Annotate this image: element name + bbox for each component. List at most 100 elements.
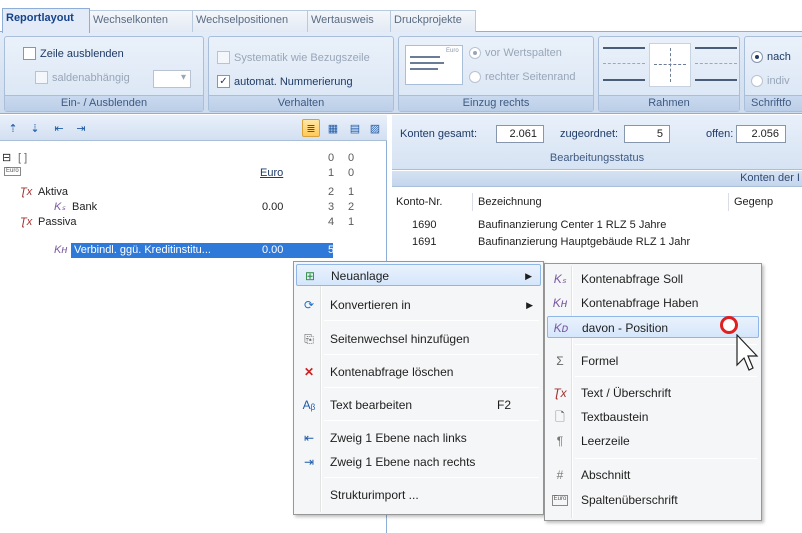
rahmen-inner-icon[interactable] (649, 43, 691, 87)
context-menu: ⊞ Neuanlage ▶ ⟳ Konvertieren in ▶ ⎘ Seit… (293, 261, 544, 515)
submenu-item-kontenabfrage-haben[interactable]: Kʜ Kontenabfrage Haben (547, 292, 759, 314)
tree-row-verbindl[interactable]: Kʜ Verbindl. ggü. Kreditinstitu... 0.00 … (0, 244, 387, 257)
nach-radio[interactable]: nach (751, 51, 791, 63)
mouse-pointer-icon (736, 334, 759, 371)
column-header-icon: Euro (552, 495, 568, 506)
tree-view-icon[interactable]: ≣ (302, 119, 320, 137)
submenu-item-abschnitt[interactable]: # Abschnitt (547, 464, 759, 486)
menu-item-neuanlage[interactable]: ⊞ Neuanlage ▶ (296, 264, 541, 286)
einzug-preview-icon: Euro (405, 45, 463, 85)
indent-icon[interactable]: ⇥ (72, 119, 90, 137)
column-divider (728, 193, 729, 211)
menu-item-konvertieren[interactable]: ⟳ Konvertieren in ▶ (296, 294, 541, 316)
rechter-seitenrand-radio[interactable]: rechter Seitenrand (469, 71, 576, 83)
menu-item-label: Zweig 1 Ebene nach rechts (330, 455, 476, 469)
checkbox-box (217, 51, 230, 64)
tab-wechselpositionen[interactable]: Wechselpositionen (192, 10, 308, 32)
zeile-ausblenden-checkbox[interactable]: Zeile ausblenden (23, 47, 124, 60)
properties-icon[interactable]: ▤ (346, 119, 364, 137)
group-ein-ausblenden: Zeile ausblenden saldenabhängig Ein- / A… (4, 36, 204, 112)
ribbon: Zeile ausblenden saldenabhängig Ein- / A… (0, 32, 802, 114)
move-up-icon[interactable]: ⇡ (4, 119, 22, 137)
vor-wertspalten-radio[interactable]: vor Wertspalten (469, 47, 562, 59)
tree-item-label: Aktiva (38, 186, 68, 198)
menu-item-label: Kontenabfrage löschen (330, 365, 454, 379)
submenu-item-spaltenueberschrift[interactable]: Euro Spaltenüberschrift (547, 489, 759, 511)
konten-header: Konten der I (392, 171, 802, 187)
column-header-bezeichnung[interactable]: Bezeichnung (478, 193, 542, 211)
tree-row-euro[interactable]: Euro Euro 1 0 (0, 167, 387, 180)
menu-item-label: Seitenwechsel hinzufügen (330, 332, 470, 346)
konten-gesamt-field: 2.061 (496, 125, 544, 143)
menu-item-zweig-links[interactable]: ⇤ Zweig 1 Ebene nach links (296, 427, 541, 449)
rechter-seitenrand-label: rechter Seitenrand (485, 71, 576, 83)
tree-row-aktiva[interactable]: Ʈx Aktiva 2 1 (0, 186, 387, 199)
outdent-icon[interactable]: ⇤ (50, 119, 68, 137)
menu-item-zweig-rechts[interactable]: ⇥ Zweig 1 Ebene nach rechts (296, 451, 541, 473)
menu-item-loeschen[interactable]: ✕ Kontenabfrage löschen (296, 361, 541, 383)
account-haben-icon: Kʜ (54, 244, 68, 256)
euro-link[interactable]: Euro (260, 167, 283, 180)
tab-wertausweis[interactable]: Wertausweis (307, 10, 391, 32)
tree-row-root[interactable]: ⊟ [ ] 0 0 (0, 152, 387, 165)
menu-item-label: Spaltenüberschrift (581, 493, 678, 507)
collapse-icon[interactable]: ⊟ (2, 152, 11, 165)
tab-reportlayout[interactable]: Reportlayout (2, 8, 90, 33)
tab-bar: Reportlayout Wechselkonten Wechselpositi… (0, 0, 802, 33)
tree-row-passiva[interactable]: Ʈx Passiva 4 1 (0, 216, 387, 229)
vor-wertspalten-label: vor Wertspalten (485, 47, 562, 59)
konto-nr-cell[interactable]: 1690 (412, 218, 436, 233)
bezeichnung-cell[interactable]: Baufinanzierung Center 1 RLZ 5 Jahre (478, 218, 666, 233)
submenu-item-text-ueberschrift[interactable]: Ʈx Text / Überschrift (547, 382, 759, 404)
offen-field: 2.056 (736, 125, 786, 143)
saldenabhaengig-label: saldenabhängig (52, 71, 130, 84)
column-header-icon: Euro (4, 167, 21, 176)
saldenabhaengig-checkbox[interactable]: saldenabhängig (35, 71, 130, 84)
submenu-item-textbaustein[interactable]: 🗋 Textbaustein (547, 406, 759, 428)
submenu-item-kontenabfrage-soll[interactable]: Kₛ Kontenabfrage Soll (547, 268, 759, 290)
konto-nr-cell[interactable]: 1691 (412, 235, 436, 250)
menu-separator (324, 354, 539, 355)
submenu-item-formel[interactable]: Σ Formel (547, 350, 759, 372)
menu-item-text-bearbeiten[interactable]: Aᵦ Text bearbeiten F2 (296, 394, 541, 416)
menu-item-label: davon - Position (582, 321, 669, 335)
radio-dot (469, 47, 481, 59)
group-schriftformat: nach indiv Schriftfo (744, 36, 802, 112)
group-label: Einzug rechts (399, 95, 593, 111)
move-down-icon[interactable]: ⇣ (26, 119, 44, 137)
systematik-checkbox[interactable]: Systematik wie Bezugszeile (217, 51, 370, 64)
menu-item-strukturimport[interactable]: Strukturimport ... (296, 484, 541, 506)
submenu-item-leerzeile[interactable]: ¶ Leerzeile (547, 430, 759, 452)
tree-level: 1 (328, 167, 335, 179)
tab-wechselkonten[interactable]: Wechselkonten (89, 10, 193, 32)
tree-depth: 1 (348, 186, 355, 198)
group-label: Verhalten (209, 95, 393, 111)
tree-row-bank[interactable]: Kₛ Bank 0.00 3 2 (0, 201, 387, 214)
bearbeitungsstatus-panel: Konten gesamt: 2.061 zugeordnet: 5 offen… (392, 115, 802, 170)
delete-icon: ✕ (303, 365, 315, 379)
rahmen-top-bottom-icon[interactable] (603, 47, 645, 81)
rahmen-outer-icon[interactable] (695, 47, 737, 81)
menu-item-label: Textbaustein (581, 410, 649, 424)
click-indicator (720, 316, 738, 334)
bezeichnung-cell[interactable]: Baufinanzierung Hauptgebäude RLZ 1 Jahr (478, 235, 690, 250)
menu-item-label: Formel (581, 354, 619, 368)
column-header-gegenposition[interactable]: Gegenp (734, 193, 773, 211)
group-verhalten: Systematik wie Bezugszeile ✓ automat. Nu… (208, 36, 394, 112)
menu-item-shortcut: F2 (496, 398, 511, 412)
group-label: Rahmen (599, 95, 739, 111)
davon-position-icon: Kᴅ (553, 321, 569, 335)
print-preview-icon[interactable]: ▨ (366, 119, 384, 137)
indiv-radio[interactable]: indiv (751, 75, 790, 87)
saldo-dropdown[interactable] (153, 70, 191, 88)
column-header-konto-nr[interactable]: Konto-Nr. (396, 193, 442, 211)
tab-druckprojekte[interactable]: Druckprojekte (390, 10, 476, 32)
nummerierung-checkbox[interactable]: ✓ automat. Nummerierung (217, 75, 353, 88)
zeile-ausblenden-label: Zeile ausblenden (40, 47, 124, 60)
offen-label: offen: (706, 128, 734, 140)
grid-view-icon[interactable]: ▦ (324, 119, 342, 137)
menu-item-label: Leerzeile (581, 434, 630, 448)
page-break-icon: ⎘ (304, 332, 314, 346)
menu-item-seitenwechsel[interactable]: ⎘ Seitenwechsel hinzufügen (296, 328, 541, 350)
account-soll-icon: Kₛ (54, 201, 66, 213)
